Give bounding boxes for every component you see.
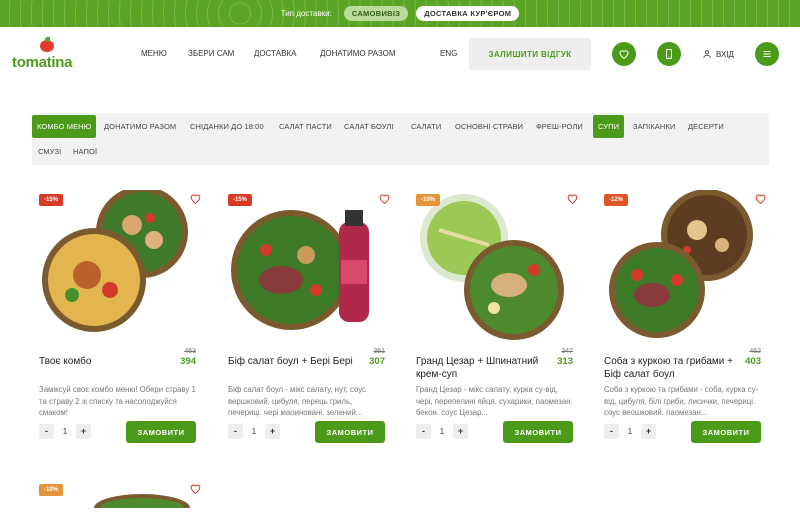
discount-badge: -10%	[39, 484, 64, 496]
order-button[interactable]: ЗАМОВИТИ	[315, 421, 385, 443]
category-tabs: КОМБО МЕНЮ ДОНАТИМО РАЗОМ СНІДАНКИ ДО 18…	[32, 113, 769, 165]
favorites-button[interactable]	[612, 42, 636, 66]
increment-button[interactable]: +	[641, 424, 656, 439]
decrement-button[interactable]: -	[39, 424, 54, 439]
language-switch[interactable]: ENG	[440, 49, 457, 58]
old-price: 361	[373, 348, 385, 355]
tab-fresh-rolls[interactable]: ФРЕШ-РОЛИ	[531, 115, 588, 138]
price: 313	[557, 356, 573, 367]
order-button[interactable]: ЗАМОВИТИ	[691, 421, 761, 443]
leave-review-button[interactable]: ЗАЛИШИТИ ВІДГУК	[469, 38, 591, 70]
product-name[interactable]: Твоє комбо	[39, 355, 169, 368]
price: 403	[745, 356, 761, 367]
product-image	[94, 494, 190, 508]
leaf-icon	[45, 37, 50, 42]
quantity-stepper: - 1 +	[416, 424, 468, 439]
old-price: 462	[749, 348, 761, 355]
menu-button[interactable]	[755, 42, 779, 66]
discount-badge: -15%	[228, 194, 253, 206]
nav-menu[interactable]: МЕНЮ	[141, 49, 167, 58]
discount-badge: -12%	[604, 194, 629, 206]
heart-icon	[619, 50, 629, 60]
quantity-value: 1	[627, 427, 633, 436]
decrement-button[interactable]: -	[228, 424, 243, 439]
old-price: 347	[561, 348, 573, 355]
nav-build-yourself[interactable]: ЗБЕРИ САМ	[188, 49, 234, 58]
tab-salad-bowls[interactable]: САЛАТ БОУЛІ	[339, 115, 399, 138]
login-link[interactable]: ВХІД	[702, 49, 734, 59]
quantity-stepper: - 1 +	[604, 424, 656, 439]
tab-casseroles[interactable]: ЗАПІКАНКИ	[628, 115, 680, 138]
quantity-stepper: - 1 +	[39, 424, 91, 439]
product-card: -10%	[32, 480, 202, 520]
discount-badge: -10%	[416, 194, 441, 206]
tab-main-dishes[interactable]: ОСНОВНІ СТРАВИ	[450, 115, 528, 138]
increment-button[interactable]: +	[265, 424, 280, 439]
product-description: Соба з куркою та грибами - соба, курка с…	[604, 385, 759, 417]
increment-button[interactable]: +	[453, 424, 468, 439]
favorite-heart-icon[interactable]	[566, 192, 579, 205]
tab-desserts[interactable]: ДЕСЕРТИ	[683, 115, 729, 138]
favorite-heart-icon[interactable]	[189, 192, 202, 205]
product-image	[231, 210, 369, 330]
tab-salads[interactable]: САЛАТИ	[406, 115, 446, 138]
product-image	[609, 190, 753, 338]
quantity-value: 1	[439, 427, 445, 436]
phone-button[interactable]	[657, 42, 681, 66]
logo-text: tomatina	[12, 54, 73, 71]
tab-smoothies[interactable]: СМУЗІ	[33, 140, 66, 163]
product-description: Заміксуй своє комбо меню! Обери страву 1…	[39, 385, 196, 417]
product-name[interactable]: Біф салат боул + Бері Бері	[228, 355, 358, 368]
delivery-type-label: Тип доставки:	[280, 9, 332, 18]
favorite-heart-icon[interactable]	[189, 482, 202, 495]
tab-breakfast[interactable]: СНІДАНКИ ДО 18:00	[185, 115, 269, 138]
tab-donate-together[interactable]: ДОНАТИМО РАЗОМ	[99, 115, 181, 138]
order-button[interactable]: ЗАМОВИТИ	[503, 421, 573, 443]
quantity-stepper: - 1 +	[228, 424, 280, 439]
nav-delivery[interactable]: ДОСТАВКА	[254, 49, 296, 58]
product-description: Біф салат боул - мікс салату, нут, соус …	[228, 385, 366, 417]
increment-button[interactable]: +	[76, 424, 91, 439]
tab-salad-pasta[interactable]: САЛАТ ПАСТИ	[274, 115, 337, 138]
delivery-type-bar: Тип доставки: САМОВИВІЗ ДОСТАВКА КУР'ЄРО…	[0, 0, 800, 27]
tab-drinks[interactable]: НАПОЇ	[68, 140, 102, 163]
old-price: 463	[184, 348, 196, 355]
favorite-heart-icon[interactable]	[378, 192, 391, 205]
tab-combo-menu[interactable]: КОМБО МЕНЮ	[32, 115, 97, 138]
site-header: tomatina МЕНЮ ЗБЕРИ САМ ДОСТАВКА ДОНАТИМ…	[0, 27, 800, 84]
price: 307	[369, 356, 385, 367]
nav-donate-together[interactable]: ДОНАТИМО РАЗОМ	[320, 49, 396, 58]
product-image	[42, 190, 188, 332]
quantity-value: 1	[251, 427, 257, 436]
product-name[interactable]: Гранд Цезар + Шпинатний крем-суп	[416, 355, 546, 381]
price: 394	[180, 356, 196, 367]
delivery-option-courier[interactable]: ДОСТАВКА КУР'ЄРОМ	[416, 6, 520, 21]
user-icon	[703, 50, 711, 58]
login-label: ВХІД	[716, 49, 734, 59]
phone-icon	[666, 49, 672, 59]
logo[interactable]: tomatina	[12, 37, 84, 74]
decrement-button[interactable]: -	[604, 424, 619, 439]
discount-badge: -15%	[39, 194, 64, 206]
quantity-value: 1	[62, 427, 68, 436]
favorite-heart-icon[interactable]	[754, 192, 767, 205]
delivery-option-pickup[interactable]: САМОВИВІЗ	[343, 6, 409, 21]
hamburger-icon	[763, 51, 771, 57]
product-name[interactable]: Соба з куркою та грибами + Біф салат боу…	[604, 355, 734, 381]
product-image	[420, 194, 564, 340]
product-description: Гранд Цезар - мікс салату, курка су-від,…	[416, 385, 573, 417]
order-button[interactable]: ЗАМОВИТИ	[126, 421, 196, 443]
decrement-button[interactable]: -	[416, 424, 431, 439]
tab-soups[interactable]: СУПИ	[593, 115, 625, 138]
